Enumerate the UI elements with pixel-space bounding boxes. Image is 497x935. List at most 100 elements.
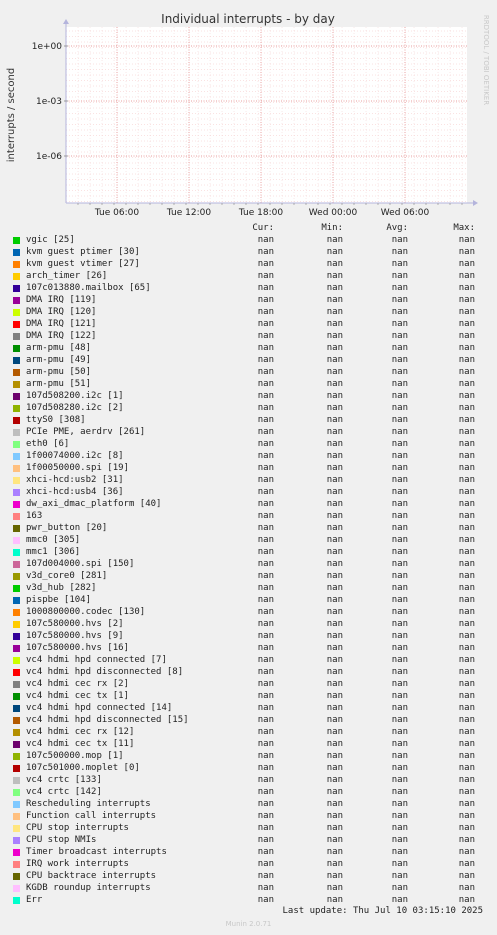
legend-max-value: nan — [458, 715, 475, 725]
legend-label: Err — [26, 895, 43, 905]
legend-swatch — [13, 849, 20, 856]
legend-cur-value: nan — [257, 667, 274, 677]
legend-row: arm-pmu [51] nan nan nan nan — [0, 378, 497, 390]
legend-max-value: nan — [458, 643, 475, 653]
legend-max-value: nan — [458, 235, 475, 245]
legend-cur-value: nan — [257, 751, 274, 761]
legend-label: 107d004000.spi [150] — [26, 559, 135, 569]
legend-row: Err nan nan nan nan — [0, 894, 497, 906]
legend-swatch — [13, 585, 20, 592]
legend-label: 107c580000.hvs [2] — [26, 619, 124, 629]
legend-cur-value: nan — [257, 487, 274, 497]
legend-cur-value: nan — [257, 607, 274, 617]
legend-cur-value: nan — [257, 595, 274, 605]
legend-max-value: nan — [458, 475, 475, 485]
legend-max-value: nan — [458, 751, 475, 761]
legend-swatch — [13, 609, 20, 616]
x-tick-label: Tue 06:00 — [94, 208, 139, 218]
legend-cur-value: nan — [257, 283, 274, 293]
legend-cur-value: nan — [257, 559, 274, 569]
legend-cur-value: nan — [257, 379, 274, 389]
legend-cur-value: nan — [257, 307, 274, 317]
y-tick-label: 1e-06 — [36, 152, 62, 162]
legend-avg-value: nan — [391, 895, 408, 905]
legend-cur-value: nan — [257, 871, 274, 881]
legend-row: vc4 hdmi hpd disconnected [8] nan nan nan na… — [0, 666, 497, 678]
legend-max-value: nan — [458, 691, 475, 701]
legend-avg-value: nan — [391, 835, 408, 845]
legend-max-value: nan — [458, 367, 475, 377]
legend-swatch — [13, 537, 20, 544]
legend-max-value: nan — [458, 487, 475, 497]
legend-swatch — [13, 249, 20, 256]
legend-cur-value: nan — [257, 847, 274, 857]
legend-min-value: nan — [326, 703, 343, 713]
legend-row: mmc1 [306] nan nan nan nan — [0, 546, 497, 558]
legend: vgic [25] nan nan nan nan kvm guest ptimer [3… — [0, 234, 497, 906]
legend-min-value: nan — [326, 319, 343, 329]
legend-min-value: nan — [326, 883, 343, 893]
legend-label: 107c580000.hvs [16] — [26, 643, 129, 653]
legend-swatch — [13, 873, 20, 880]
legend-swatch — [13, 513, 20, 520]
legend-max-value: nan — [458, 295, 475, 305]
legend-cur-value: nan — [257, 715, 274, 725]
legend-max-value: nan — [458, 895, 475, 905]
legend-swatch — [13, 561, 20, 568]
legend-row: xhci-hcd:usb2 [31] nan nan nan nan — [0, 474, 497, 486]
x-tick-labels: Tue 06:00 Tue 12:00 Tue 18:00 Wed 00:00 Wed … — [94, 208, 430, 218]
legend-row: 107c580000.hvs [9] nan nan nan nan — [0, 630, 497, 642]
legend-max-value: nan — [458, 679, 475, 689]
legend-avg-value: nan — [391, 511, 408, 521]
legend-max-value: nan — [458, 595, 475, 605]
legend-row: arch_timer [26] nan nan nan nan — [0, 270, 497, 282]
legend-max-value: nan — [458, 259, 475, 269]
legend-row: 107d508200.i2c [1] nan nan nan nan — [0, 390, 497, 402]
legend-cur-value: nan — [257, 451, 274, 461]
legend-cur-value: nan — [257, 787, 274, 797]
legend-cur-value: nan — [257, 247, 274, 257]
legend-avg-value: nan — [391, 655, 408, 665]
legend-row: KGDB roundup interrupts nan nan nan nan — [0, 882, 497, 894]
y-axis-label: interrupts / second — [6, 68, 17, 162]
legend-label: 1000800000.codec [130] — [26, 607, 146, 617]
legend-row: DMA IRQ [121] nan nan nan nan — [0, 318, 497, 330]
legend-label: vc4 hdmi cec rx [12] — [26, 727, 135, 737]
legend-swatch — [13, 453, 20, 460]
legend-swatch — [13, 705, 20, 712]
legend-min-value: nan — [326, 631, 343, 641]
legend-cur-value: nan — [257, 859, 274, 869]
legend-max-value: nan — [458, 331, 475, 341]
legend-row: arm-pmu [49] nan nan nan nan — [0, 354, 497, 366]
legend-header-avg: Avg: — [386, 223, 408, 233]
legend-row: vc4 hdmi hpd disconnected [15] nan nan nan n… — [0, 714, 497, 726]
legend-cur-value: nan — [257, 295, 274, 305]
legend-min-value: nan — [326, 739, 343, 749]
legend-row: 107d508280.i2c [2] nan nan nan nan — [0, 402, 497, 414]
legend-row: Rescheduling interrupts nan nan nan nan — [0, 798, 497, 810]
legend-row: ttyS0 [308] nan nan nan nan — [0, 414, 497, 426]
legend-max-value: nan — [458, 547, 475, 557]
legend-header-max: Max: — [453, 223, 475, 233]
legend-swatch — [13, 681, 20, 688]
legend-row: kvm guest vtimer [27] nan nan nan nan — [0, 258, 497, 270]
legend-min-value: nan — [326, 847, 343, 857]
legend-label: 107d508200.i2c [1] — [26, 391, 124, 401]
x-tick-label: Wed 06:00 — [381, 208, 430, 218]
legend-label: vc4 hdmi hpd connected [14] — [26, 703, 173, 713]
legend-max-value: nan — [458, 559, 475, 569]
legend-max-value: nan — [458, 391, 475, 401]
legend-avg-value: nan — [391, 739, 408, 749]
legend-swatch — [13, 801, 20, 808]
legend-swatch — [13, 441, 20, 448]
legend-swatch — [13, 393, 20, 400]
legend-row: mmc0 [305] nan nan nan nan — [0, 534, 497, 546]
legend-avg-value: nan — [391, 343, 408, 353]
y-tick-label: 1e-03 — [36, 97, 62, 107]
legend-row: xhci-hcd:usb4 [36] nan nan nan nan — [0, 486, 497, 498]
legend-cur-value: nan — [257, 883, 274, 893]
legend-min-value: nan — [326, 523, 343, 533]
legend-label: arm-pmu [49] — [26, 355, 92, 365]
legend-min-value: nan — [326, 643, 343, 653]
legend-swatch — [13, 669, 20, 676]
